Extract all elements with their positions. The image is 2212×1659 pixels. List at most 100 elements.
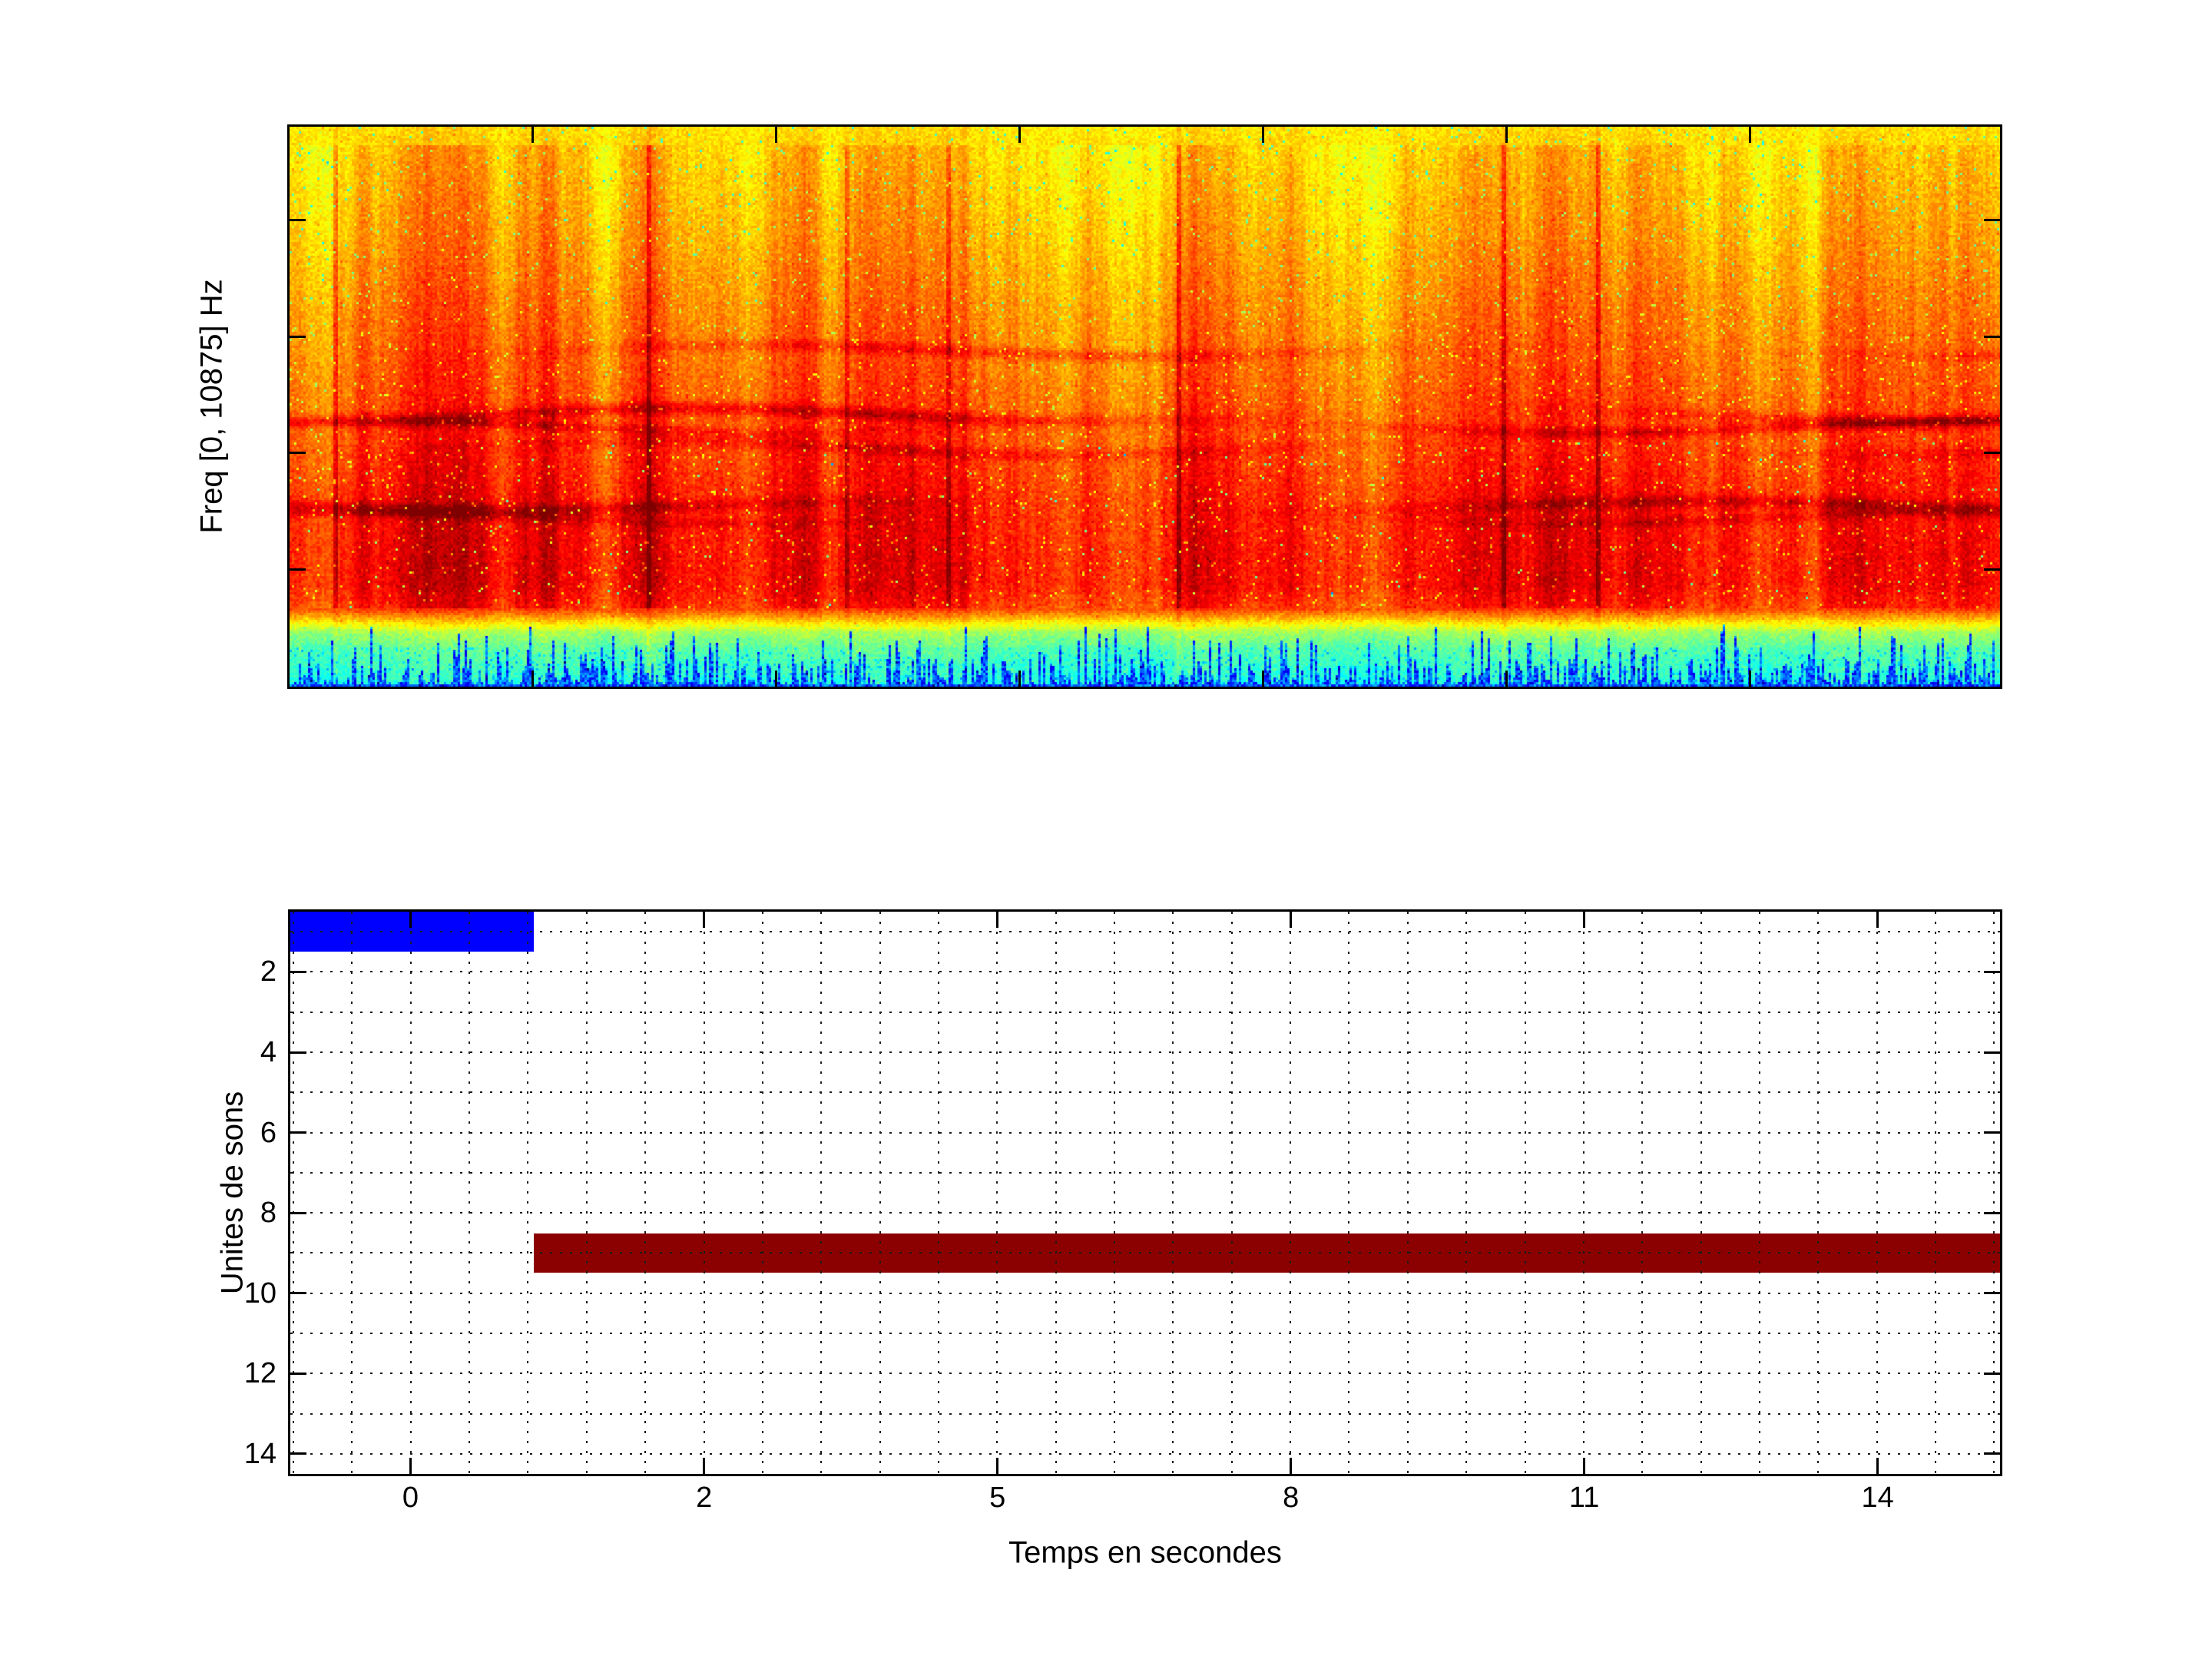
grid-line-vertical — [1172, 912, 1174, 1474]
axis-tick — [1018, 671, 1021, 687]
axis-tick — [1262, 671, 1264, 687]
axis-tick — [1583, 1458, 1585, 1474]
axis-tick — [290, 452, 306, 454]
grid-line-vertical — [703, 912, 705, 1474]
grid-line-vertical — [761, 912, 763, 1474]
axis-tick — [409, 912, 412, 928]
x-tick-label: 11 — [1568, 1482, 1600, 1514]
axis-tick — [1876, 1458, 1879, 1474]
axis-tick — [1505, 127, 1508, 143]
grid-line-vertical — [293, 912, 294, 1474]
axis-tick — [409, 1458, 412, 1474]
x-tick-label: 0 — [402, 1482, 419, 1514]
axis-tick — [290, 1373, 306, 1375]
axis-tick — [531, 127, 534, 143]
grid-line-vertical — [937, 912, 939, 1474]
grid-line-vertical — [1876, 912, 1878, 1474]
y-tick-label: 2 — [260, 955, 276, 988]
axis-tick — [1290, 1458, 1292, 1474]
grid-line-vertical — [1114, 912, 1116, 1474]
axis-tick — [1984, 1131, 2000, 1134]
grid-line-horizontal — [290, 1412, 2000, 1415]
spectrogram-panel — [287, 124, 2002, 689]
axis-tick — [1876, 912, 1879, 928]
grid-line-vertical — [1465, 912, 1468, 1474]
x-tick-label: 14 — [1861, 1482, 1894, 1514]
grid-line-vertical — [351, 912, 353, 1474]
axis-tick — [290, 1051, 306, 1054]
grid-line-vertical — [527, 912, 529, 1474]
units-x-axis-label: Temps en secondes — [1008, 1535, 1282, 1570]
axis-tick — [1984, 971, 2000, 973]
matlab-figure: { "figure": { "background": "#ffffff", "… — [0, 0, 2212, 1659]
grid-line-vertical — [1700, 912, 1702, 1474]
grid-line-vertical — [996, 912, 998, 1474]
axis-tick — [996, 1458, 998, 1474]
units-chart-panel — [288, 909, 2002, 1476]
grid-line-vertical — [644, 912, 647, 1474]
grid-line-horizontal — [290, 1051, 2000, 1053]
axis-tick — [996, 912, 998, 928]
axis-tick — [1984, 1373, 2000, 1375]
grid-line-horizontal — [290, 971, 2000, 973]
axis-tick — [1018, 127, 1021, 143]
axis-tick — [1505, 671, 1508, 687]
x-tick-label: 5 — [989, 1482, 1006, 1514]
grid-line-vertical — [1993, 912, 1995, 1474]
grid-line-vertical — [1055, 912, 1057, 1474]
grid-line-horizontal — [290, 1212, 2000, 1214]
grid-line-vertical — [1758, 912, 1760, 1474]
grid-line-vertical — [1524, 912, 1526, 1474]
grid-line-horizontal — [290, 1373, 2000, 1375]
axis-tick — [1984, 1212, 2000, 1214]
grid-line-horizontal — [290, 1333, 2000, 1334]
grid-line-horizontal — [290, 1011, 2000, 1013]
axis-tick — [290, 1452, 306, 1455]
axis-tick — [290, 219, 306, 221]
units-y-axis-label: Unites de sons — [215, 1091, 250, 1295]
y-tick-label: 4 — [260, 1036, 276, 1068]
grid-line-horizontal — [290, 1131, 2000, 1134]
axis-tick — [1984, 568, 2000, 571]
grid-line-vertical — [1406, 912, 1409, 1474]
axis-tick — [775, 127, 777, 143]
grid-line-vertical — [1817, 912, 1820, 1474]
spectrogram-y-axis-label: Freq [0, 10875] Hz — [194, 279, 229, 534]
axis-tick — [531, 671, 534, 687]
grid-line-horizontal — [290, 1452, 2000, 1455]
grid-line-vertical — [1935, 912, 1937, 1474]
grid-line-vertical — [820, 912, 823, 1474]
grid-line-vertical — [1348, 912, 1350, 1474]
axis-tick — [1984, 1051, 2000, 1054]
axis-tick — [1984, 452, 2000, 454]
axis-tick — [290, 1292, 306, 1294]
axis-tick — [775, 671, 777, 687]
axis-tick — [1984, 1452, 2000, 1455]
grid-line-horizontal — [290, 1252, 2000, 1254]
axis-tick — [290, 1212, 306, 1214]
axis-tick — [703, 912, 705, 928]
axis-tick — [1262, 127, 1264, 143]
grid-line-vertical — [879, 912, 881, 1474]
y-tick-label: 14 — [243, 1437, 276, 1470]
grid-line-vertical — [1641, 912, 1644, 1474]
grid-line-vertical — [1290, 912, 1292, 1474]
grid-line-horizontal — [290, 1171, 2000, 1174]
grid-line-vertical — [1582, 912, 1584, 1474]
axis-tick — [290, 1131, 306, 1134]
grid-line-vertical — [1230, 912, 1233, 1474]
axis-tick — [703, 1458, 705, 1474]
spectrogram-canvas — [290, 127, 2000, 687]
axis-tick — [1583, 912, 1585, 928]
grid-line-horizontal — [290, 1091, 2000, 1094]
y-tick-label: 12 — [243, 1357, 276, 1390]
grid-line-vertical — [409, 912, 412, 1474]
x-tick-label: 2 — [696, 1482, 713, 1514]
axis-tick — [290, 568, 306, 571]
axis-tick — [1290, 912, 1292, 928]
axis-tick — [1749, 671, 1751, 687]
axis-tick — [1984, 219, 2000, 221]
grid-line-horizontal — [290, 1292, 2000, 1294]
axis-tick — [290, 971, 306, 973]
grid-line-vertical — [585, 912, 588, 1474]
